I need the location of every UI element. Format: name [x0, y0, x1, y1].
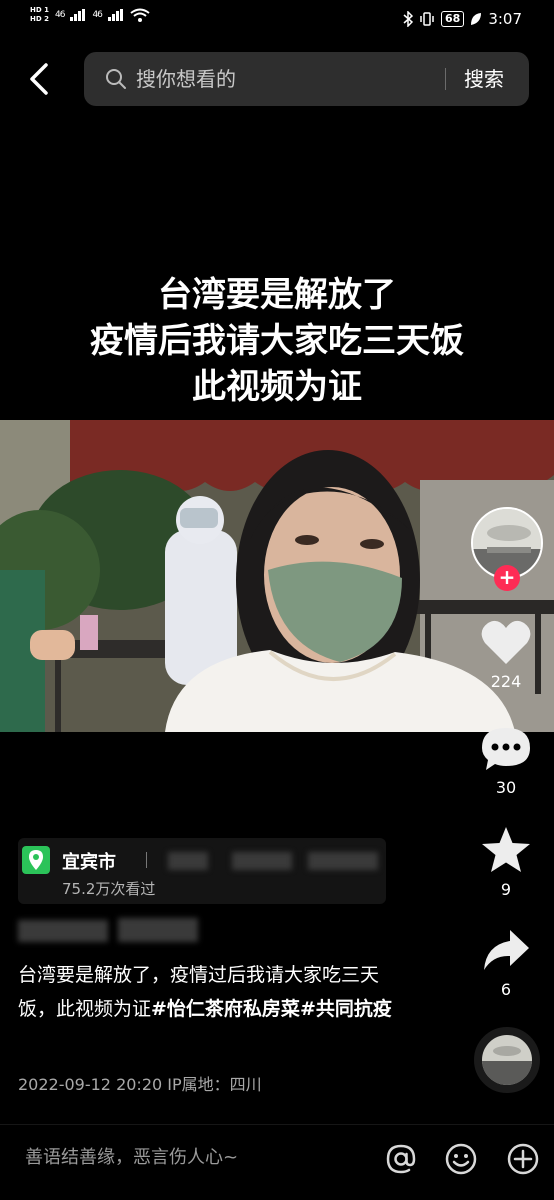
redacted-text: [308, 852, 378, 870]
redacted-text: [168, 852, 208, 870]
comment-input[interactable]: 善语结善缘，恶言伤人心~: [25, 1143, 238, 1169]
redacted-text: [232, 852, 292, 870]
share-icon: [484, 930, 529, 970]
leaf-icon: [471, 13, 482, 25]
favorite-count: 9: [500, 880, 512, 899]
search-icon: [106, 69, 126, 89]
hashtag-link[interactable]: #怡仁茶府私房菜: [151, 998, 300, 1020]
ip-location: IP属地：四川: [167, 1075, 262, 1094]
post-description: 台湾要是解放了，疫情过后我请大家吃三天饭，此视频为证#怡仁茶府私房菜#共同抗疫: [18, 958, 403, 1026]
location-separator: [146, 852, 147, 868]
share-count: 6: [500, 980, 512, 999]
sim-indicator: HD 1 HD 2: [30, 6, 49, 24]
network1-label: 46: [54, 10, 66, 20]
hashtag-link[interactable]: #共同抗疫: [300, 998, 392, 1020]
search-button[interactable]: 搜索: [464, 52, 504, 106]
mention-icon[interactable]: [383, 1141, 419, 1177]
music-disc[interactable]: [474, 1027, 540, 1093]
wifi-icon: [130, 8, 150, 22]
like-action[interactable]: 224: [471, 618, 541, 691]
comment-bar: 善语结善缘，恶言伤人心~: [0, 1124, 554, 1200]
comment-count: 30: [495, 778, 517, 797]
disc-cover-image: [482, 1035, 532, 1085]
comment-action[interactable]: 30: [471, 726, 541, 797]
search-divider: [445, 68, 446, 90]
signal-icon: [70, 9, 86, 21]
like-count: 224: [490, 672, 522, 691]
hd2-label: HD 2: [30, 15, 49, 23]
emoji-icon[interactable]: [443, 1141, 479, 1177]
network2-label: 46: [92, 10, 103, 20]
search-input[interactable]: 搜你想看的: [136, 52, 236, 106]
bluetooth-icon: [403, 11, 413, 27]
hd1-label: HD 1: [30, 6, 49, 14]
favorite-action[interactable]: 9: [471, 826, 541, 899]
location-views: 75.2万次看过: [62, 880, 156, 898]
battery-indicator: 68: [441, 11, 465, 27]
overlay-title-line: 疫情后我请大家吃三天饭: [90, 321, 464, 361]
follow-button[interactable]: +: [494, 565, 520, 591]
redacted-author-name: [18, 912, 208, 952]
location-chip[interactable]: 宜宾市 75.2万次看过: [18, 838, 386, 904]
overlay-title-line: 台湾要是解放了: [158, 275, 396, 315]
comment-icon: [482, 728, 530, 770]
clock: 3:07: [488, 10, 522, 28]
share-action[interactable]: 6: [471, 928, 541, 999]
add-icon[interactable]: [505, 1141, 541, 1177]
post-date: 2022-09-12 20:20: [18, 1075, 163, 1094]
location-pin-icon: [22, 846, 50, 874]
post-meta: 2022-09-12 20:20 IP属地：四川: [18, 1071, 262, 1095]
status-bar: HD 1 HD 2 46 46 68 3:07: [0, 0, 554, 42]
location-name: 宜宾市: [62, 852, 116, 873]
overlay-title-line: 此视频为证: [192, 367, 362, 407]
back-arrow-icon[interactable]: [28, 62, 50, 96]
star-icon: [482, 827, 530, 872]
video-overlay-title: 台湾要是解放了 疫情后我请大家吃三天饭 此视频为证: [0, 272, 554, 410]
search-box[interactable]: 搜你想看的 搜索: [84, 52, 529, 106]
heart-icon: [481, 620, 531, 664]
vibrate-icon: [420, 12, 434, 26]
signal-icon: [107, 9, 123, 21]
